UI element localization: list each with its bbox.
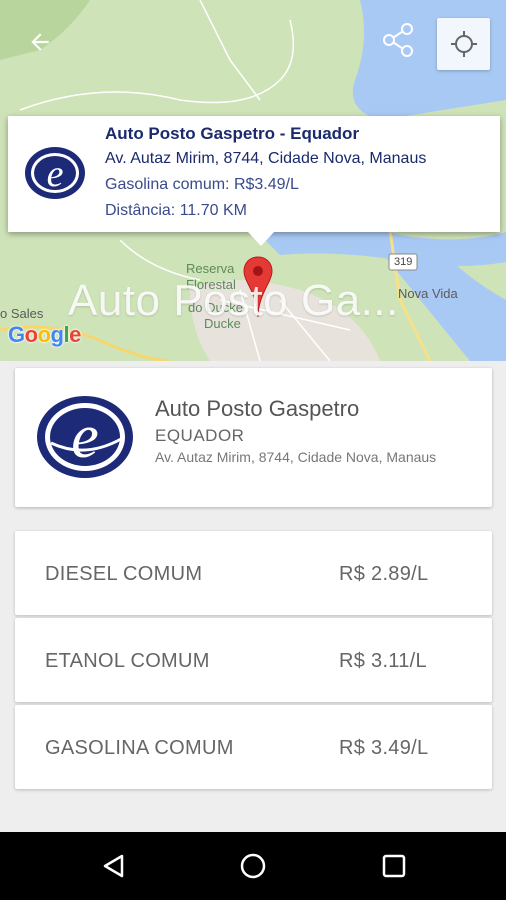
- circle-home-icon: [240, 853, 266, 879]
- info-window-pointer: [248, 232, 274, 246]
- triangle-back-icon: [103, 854, 124, 878]
- map-label-sales: o Sales: [0, 306, 44, 321]
- fuel-name: ETANOL COMUM: [45, 650, 210, 672]
- nav-back-button[interactable]: [94, 846, 134, 886]
- station-card[interactable]: e Auto Posto Gaspetro EQUADOR Av. Autaz …: [15, 368, 492, 507]
- system-navigation-bar: [0, 832, 506, 900]
- map-title-overlay: Auto Posto Ga...: [68, 276, 399, 325]
- fuel-price: R$ 2.89/L: [339, 563, 429, 585]
- fuel-price: R$ 3.11/L: [339, 650, 427, 672]
- fuel-row-gasolina[interactable]: GASOLINA COMUM R$ 3.49/L: [15, 705, 492, 789]
- map-label-reserva: Reserva: [186, 261, 235, 276]
- nav-home-button[interactable]: [233, 846, 273, 886]
- marker-info-window[interactable]: e Auto Posto Gaspetro - Equador Av. Auta…: [8, 116, 500, 246]
- info-station-name: Auto Posto Gaspetro - Equador: [105, 124, 360, 143]
- station-area: EQUADOR: [155, 426, 245, 445]
- fuel-name: GASOLINA COMUM: [45, 737, 234, 759]
- square-recents-icon: [382, 854, 406, 878]
- nav-recents-button[interactable]: [374, 846, 414, 886]
- station-address: Av. Autaz Mirim, 8744, Cidade Nova, Mana…: [155, 449, 437, 465]
- back-arrow-icon: [31, 33, 49, 51]
- svg-text:e: e: [71, 403, 99, 471]
- share-button[interactable]: [378, 20, 418, 60]
- share-icon: [383, 23, 413, 57]
- map-view[interactable]: 319 Reserva Florestal do Ducke Ducke o S…: [0, 0, 506, 361]
- map-label-nova-vida: Nova Vida: [398, 286, 458, 301]
- my-location-button[interactable]: [437, 18, 490, 70]
- route-badge-label: 319: [394, 256, 413, 268]
- google-logo: Google: [8, 322, 81, 347]
- info-fuel-price: Gasolina comum: R$3.49/L: [105, 176, 299, 193]
- fuel-row-diesel[interactable]: DIESEL COMUM R$ 2.89/L: [15, 531, 492, 615]
- back-button[interactable]: [22, 24, 58, 60]
- svg-text:e: e: [47, 153, 64, 195]
- fuel-row-etanol[interactable]: ETANOL COMUM R$ 3.11/L: [15, 618, 492, 702]
- info-station-address: Av. Autaz Mirim, 8744, Cidade Nova, Mana…: [105, 150, 427, 167]
- fuel-price: R$ 3.49/L: [339, 737, 429, 759]
- station-name: Auto Posto Gaspetro: [155, 396, 360, 421]
- gaspetro-logo-icon: e: [37, 396, 133, 478]
- my-location-icon: [450, 31, 477, 57]
- fuel-name: DIESEL COMUM: [45, 563, 203, 585]
- info-distance: Distância: 11.70 KM: [105, 202, 247, 219]
- gaspetro-logo-icon: e: [25, 147, 85, 199]
